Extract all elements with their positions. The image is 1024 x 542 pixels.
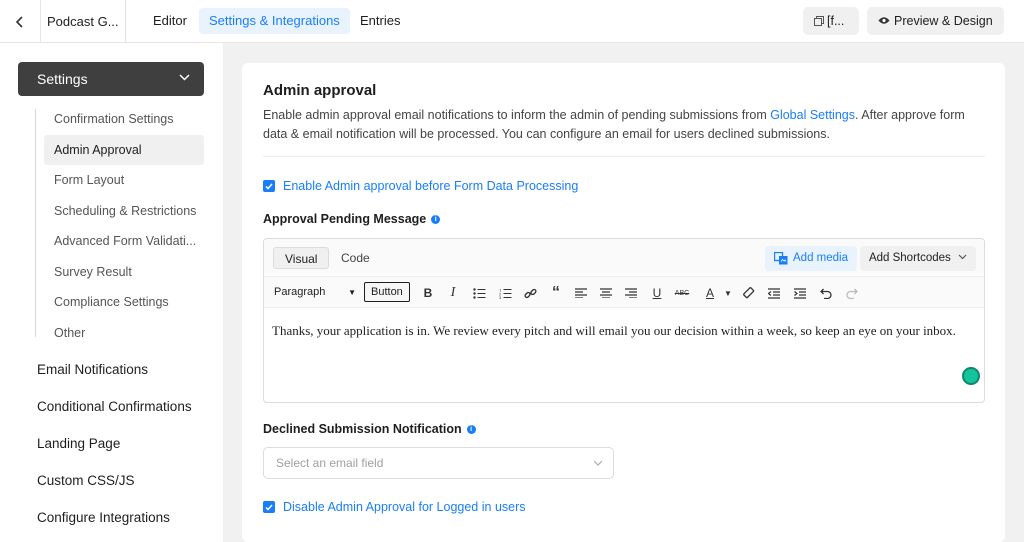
align-right-icon[interactable]	[621, 283, 641, 303]
declined-notification-text: Declined Submission Notification	[263, 422, 462, 436]
add-shortcodes-label: Add Shortcodes	[868, 252, 951, 264]
desc-text-before: Enable admin approval email notification…	[263, 108, 771, 122]
add-shortcodes-button[interactable]: Add Shortcodes	[859, 246, 976, 271]
email-field-select[interactable]: Select an email field	[263, 447, 614, 479]
indent-icon[interactable]	[790, 283, 810, 303]
italic-icon[interactable]: I	[443, 283, 463, 303]
shortcode-copy-button[interactable]: [f...	[803, 7, 859, 35]
redo-icon[interactable]	[842, 283, 862, 303]
sidebar-item-configure-integrations[interactable]: Configure Integrations	[37, 510, 170, 525]
shortcode-label: [f...	[827, 14, 845, 28]
editor-tabs: Visual Code Add media Add Shortcodes	[264, 239, 984, 275]
chevron-down-icon	[593, 448, 603, 478]
check-icon	[265, 504, 273, 511]
approval-pending-label: Approval Pending Message i	[263, 212, 441, 226]
declined-notification-label: Declined Submission Notification i	[263, 422, 476, 436]
preview-design-button[interactable]: Preview & Design	[867, 7, 1004, 35]
sidebar-item-email-notifications[interactable]: Email Notifications	[37, 362, 148, 377]
enable-admin-approval-row[interactable]: Enable Admin approval before Form Data P…	[263, 179, 578, 193]
link-icon[interactable]	[520, 283, 540, 303]
tab-entries[interactable]: Entries	[350, 8, 410, 34]
underline-icon[interactable]: U	[647, 283, 667, 303]
disable-admin-approval-label: Disable Admin Approval for Logged in use…	[283, 500, 526, 514]
button-insert[interactable]: Button	[364, 282, 410, 302]
admin-approval-card: Admin approval Enable admin approval ema…	[242, 63, 1005, 542]
editor-tab-visual[interactable]: Visual	[273, 247, 330, 269]
bullet-list-icon[interactable]	[469, 283, 489, 303]
page-title: Admin approval	[263, 82, 377, 99]
form-name[interactable]: Podcast G...	[41, 0, 126, 43]
top-bar: Podcast G... Editor Settings & Integrati…	[0, 0, 1024, 43]
outdent-icon[interactable]	[764, 283, 784, 303]
sidebar: Settings Confirmation Settings Admin App…	[0, 43, 223, 542]
chevron-down-icon	[179, 62, 190, 96]
sidebar-item-compliance-settings[interactable]: Compliance Settings	[44, 287, 204, 317]
media-icon	[774, 252, 788, 265]
sidebar-item-admin-approval[interactable]: Admin Approval	[44, 135, 204, 165]
sidebar-item-other[interactable]: Other	[44, 318, 204, 348]
back-button[interactable]	[0, 0, 41, 43]
enable-admin-approval-label: Enable Admin approval before Form Data P…	[283, 179, 579, 193]
sidebar-item-landing-page[interactable]: Landing Page	[37, 436, 120, 451]
disable-admin-approval-checkbox[interactable]	[263, 501, 275, 513]
disable-admin-approval-row[interactable]: Disable Admin Approval for Logged in use…	[263, 500, 526, 514]
add-media-label: Add media	[793, 252, 848, 264]
tab-settings-integrations[interactable]: Settings & Integrations	[199, 8, 350, 34]
copy-icon	[814, 16, 824, 26]
add-media-button[interactable]: Add media	[765, 246, 857, 271]
paragraph-label: Paragraph	[274, 286, 326, 298]
editor-tab-code[interactable]: Code	[330, 247, 381, 269]
tab-editor[interactable]: Editor	[143, 8, 197, 34]
sidebar-item-confirmation-settings[interactable]: Confirmation Settings	[44, 104, 204, 134]
rich-text-editor: Visual Code Add media Add Shortcodes Par…	[263, 238, 985, 403]
global-settings-link[interactable]: Global Settings	[770, 108, 855, 122]
divider	[263, 156, 985, 157]
chevron-left-icon	[15, 15, 23, 28]
enable-admin-approval-checkbox[interactable]	[263, 180, 275, 192]
bold-icon[interactable]: B	[418, 283, 438, 303]
sidebar-item-conditional-confirmations[interactable]: Conditional Confirmations	[37, 399, 192, 414]
paragraph-select[interactable]: Paragraph ▼	[270, 283, 360, 302]
sidebar-item-custom-css-js[interactable]: Custom CSS/JS	[37, 473, 135, 488]
subtree-line	[35, 109, 36, 337]
svg-text:3: 3	[499, 295, 502, 299]
sidebar-item-advanced-form-validation[interactable]: Advanced Form Validati...	[44, 226, 204, 256]
info-icon[interactable]: i	[466, 424, 476, 434]
blockquote-icon[interactable]: “	[546, 283, 566, 303]
info-icon[interactable]: i	[431, 214, 441, 224]
sidebar-item-scheduling-restrictions[interactable]: Scheduling & Restrictions	[44, 196, 204, 226]
strikethrough-icon[interactable]: ABC	[672, 283, 692, 303]
undo-icon[interactable]	[816, 283, 836, 303]
sidebar-settings-header[interactable]: Settings	[18, 62, 204, 96]
numbered-list-icon[interactable]: 123	[495, 283, 515, 303]
dropdown-arrow-icon: ▼	[348, 288, 356, 297]
email-field-placeholder: Select an email field	[276, 456, 384, 470]
align-left-icon[interactable]	[571, 283, 591, 303]
grammarly-icon[interactable]	[962, 367, 980, 385]
sidebar-settings-label: Settings	[37, 71, 88, 87]
text-color-icon[interactable]: A	[700, 283, 720, 303]
card-description: Enable admin approval email notification…	[263, 106, 983, 144]
sidebar-item-survey-result[interactable]: Survey Result	[44, 257, 204, 287]
align-center-icon[interactable]	[596, 283, 616, 303]
check-icon	[265, 183, 273, 190]
eraser-icon[interactable]	[739, 283, 759, 303]
editor-content[interactable]: Thanks, your application is in. We revie…	[272, 321, 977, 341]
eye-icon	[878, 17, 890, 24]
chevron-down-icon	[958, 254, 967, 260]
text-color-dropdown-icon[interactable]: ▼	[718, 283, 738, 303]
preview-label: Preview & Design	[894, 14, 993, 28]
editor-toolbar: Paragraph ▼ Button B I 123 “ U ABC A ▼	[264, 276, 984, 308]
approval-pending-text: Approval Pending Message	[263, 212, 427, 226]
sidebar-item-form-layout[interactable]: Form Layout	[44, 165, 204, 195]
